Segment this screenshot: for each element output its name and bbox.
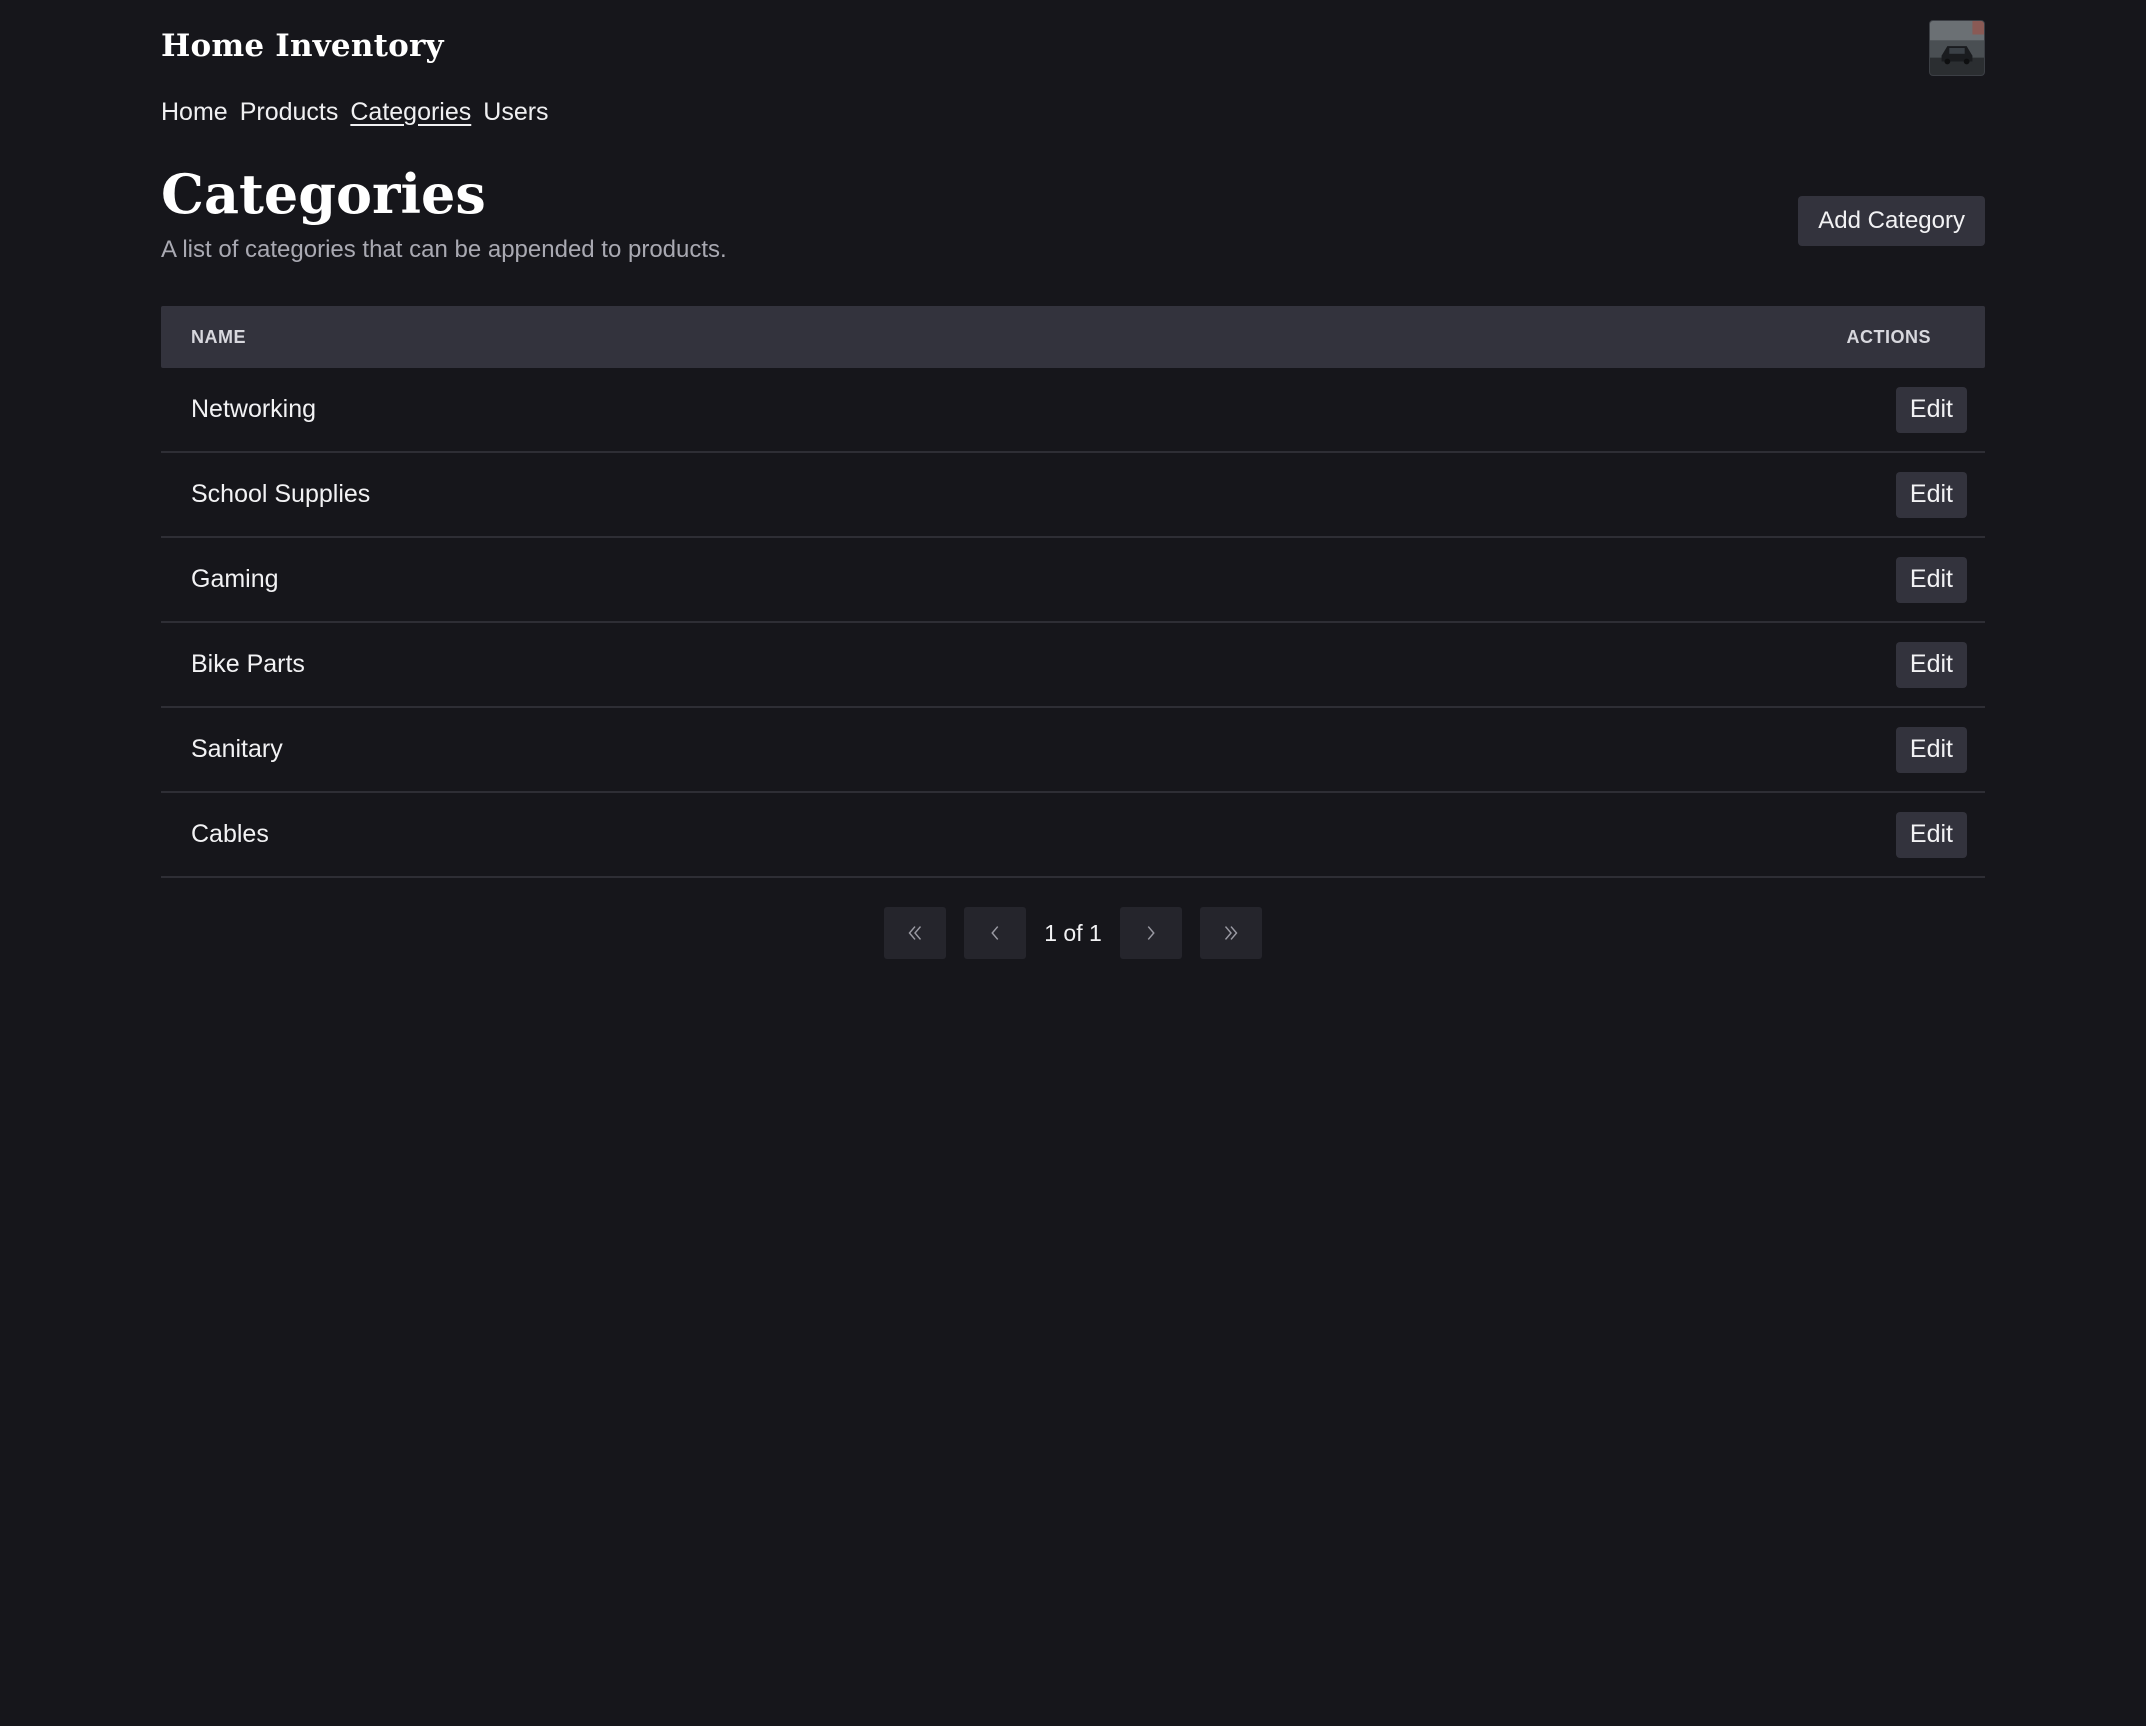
first-page-button[interactable] bbox=[884, 907, 947, 959]
nav-categories[interactable]: Categories bbox=[350, 98, 471, 127]
avatar-image bbox=[1930, 21, 1984, 75]
app-title: Home Inventory bbox=[161, 28, 444, 64]
table-row: Bike Parts Edit bbox=[161, 623, 1985, 708]
nav-products[interactable]: Products bbox=[240, 98, 339, 127]
table-row: Cables Edit bbox=[161, 793, 1985, 878]
page-subtitle: A list of categories that can be appende… bbox=[161, 236, 727, 263]
user-avatar[interactable] bbox=[1929, 20, 1985, 76]
edit-button[interactable]: Edit bbox=[1895, 556, 1967, 603]
column-header-actions: ACTIONS bbox=[1846, 326, 1931, 347]
edit-button[interactable]: Edit bbox=[1895, 726, 1967, 773]
next-page-button[interactable] bbox=[1119, 907, 1182, 959]
column-header-name: NAME bbox=[191, 326, 246, 347]
pagination: 1 of 1 bbox=[0, 907, 2146, 959]
category-name: Gaming bbox=[191, 565, 279, 593]
table-row: Gaming Edit bbox=[161, 538, 1985, 623]
edit-button[interactable]: Edit bbox=[1895, 386, 1967, 433]
main-nav: Home Products Categories Users bbox=[161, 98, 549, 127]
table-row: Sanitary Edit bbox=[161, 708, 1985, 793]
nav-users[interactable]: Users bbox=[483, 98, 548, 127]
table-row: School Supplies Edit bbox=[161, 453, 1985, 538]
chevron-right-icon bbox=[1147, 926, 1155, 940]
nav-home[interactable]: Home bbox=[161, 98, 228, 127]
top-bar: Home Inventory bbox=[161, 0, 1985, 100]
table-row: Networking Edit bbox=[161, 368, 1985, 453]
page-title: Categories bbox=[161, 162, 486, 226]
page-header: Categories A list of categories that can… bbox=[161, 160, 1985, 280]
page: Home Inventory Home Products Categories … bbox=[0, 0, 2146, 1726]
edit-button[interactable]: Edit bbox=[1895, 811, 1967, 858]
chevron-left-icon bbox=[991, 926, 999, 940]
previous-page-button[interactable] bbox=[964, 907, 1027, 959]
page-indicator: 1 of 1 bbox=[1044, 919, 1102, 946]
table-header: NAME ACTIONS bbox=[161, 306, 1985, 368]
add-category-button[interactable]: Add Category bbox=[1798, 196, 1985, 246]
category-name: Sanitary bbox=[191, 735, 283, 763]
edit-button[interactable]: Edit bbox=[1895, 641, 1967, 688]
last-page-button[interactable] bbox=[1199, 907, 1262, 959]
edit-button[interactable]: Edit bbox=[1895, 471, 1967, 518]
category-name: Networking bbox=[191, 395, 317, 423]
chevrons-left-icon bbox=[908, 926, 922, 940]
chevrons-right-icon bbox=[1224, 926, 1238, 940]
category-name: Cables bbox=[191, 820, 269, 848]
category-name: Bike Parts bbox=[191, 650, 305, 678]
category-name: School Supplies bbox=[191, 480, 371, 508]
categories-table: NAME ACTIONS Networking Edit School Supp… bbox=[161, 306, 1985, 878]
